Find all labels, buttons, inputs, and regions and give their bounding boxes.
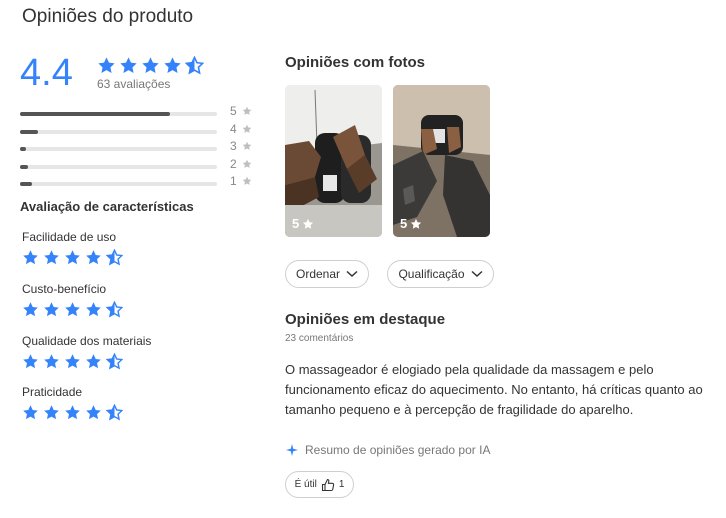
sort-dropdown-label: Ordenar [295, 267, 341, 281]
distribution-fill [20, 164, 28, 169]
star-icon [64, 404, 81, 421]
star-icon [141, 56, 160, 75]
distribution-stars-label: 2 [230, 156, 237, 171]
star-icon [410, 218, 422, 230]
star-icon [106, 404, 123, 421]
star-icon [85, 353, 102, 370]
chevron-down-icon [346, 270, 358, 278]
distribution-stars-label: 1 [230, 174, 237, 188]
ai-note-text: Resumo de opiniões gerado por IA [305, 443, 491, 457]
photos-title: Opiniões com fotos [285, 54, 426, 71]
star-icon [119, 56, 138, 75]
photo-rating-value: 5 [292, 216, 300, 231]
rating-filter-label: Qualificação [398, 267, 465, 281]
feature-item: Qualidade dos materiais [22, 334, 151, 370]
rating-filter-dropdown[interactable]: Qualificação [387, 260, 494, 288]
feature-stars [22, 353, 151, 370]
distribution-stars-label: 3 [230, 139, 237, 153]
distribution-bar [20, 112, 217, 116]
thumbs-up-icon [321, 478, 335, 491]
distribution-row-4[interactable]: 4 [20, 122, 260, 140]
star-icon [22, 301, 39, 318]
distribution-bar [20, 164, 217, 169]
star-icon [242, 106, 252, 116]
distribution-row-1[interactable]: 1 [20, 174, 260, 192]
useful-button[interactable]: É útil 1 [285, 471, 354, 498]
star-icon [97, 56, 116, 75]
photo-image [285, 85, 382, 237]
star-icon [106, 353, 123, 370]
feature-stars [22, 404, 123, 421]
star-icon [85, 249, 102, 266]
distribution-fill [20, 182, 32, 186]
star-icon [43, 301, 60, 318]
photo-rating: 5 [400, 216, 422, 231]
star-icon [22, 353, 39, 370]
star-icon [43, 404, 60, 421]
photo-rating: 5 [292, 216, 314, 231]
star-icon [242, 159, 252, 169]
feature-label: Praticidade [22, 385, 83, 399]
distribution-stars-label: 4 [230, 121, 237, 136]
page-title: Opiniões do produto [22, 6, 194, 27]
useful-count: 1 [338, 479, 345, 490]
star-icon [43, 249, 60, 266]
distribution-bar [20, 147, 217, 151]
ai-summary-text: O massageador é elogiado pela qualidade … [285, 362, 703, 417]
distribution-bar [20, 182, 217, 186]
chevron-down-icon [471, 270, 483, 278]
star-icon [85, 404, 102, 421]
sparkle-icon [286, 444, 298, 456]
star-icon [185, 56, 204, 75]
review-photo[interactable]: 5 [393, 85, 490, 237]
feature-item: Praticidade [22, 385, 123, 421]
star-icon [106, 249, 123, 266]
star-icon [242, 176, 252, 186]
photo-image [393, 85, 490, 237]
star-icon [302, 218, 314, 230]
star-icon [85, 301, 102, 318]
star-icon [64, 249, 81, 266]
features-title: Avaliação de características [20, 199, 194, 214]
photo-rating-value: 5 [400, 216, 408, 231]
useful-label: É útil [294, 479, 317, 490]
star-icon [106, 301, 123, 318]
distribution-fill [20, 147, 26, 151]
distribution-row-3[interactable]: 3 [20, 139, 260, 157]
star-icon [242, 141, 252, 151]
star-icon [163, 56, 182, 75]
feature-stars [22, 301, 123, 318]
distribution-fill [20, 129, 38, 134]
rating-count: 63 avaliações [97, 77, 171, 91]
rating-distribution: 5 4 3 2 1 [20, 104, 260, 192]
star-icon [64, 301, 81, 318]
star-icon [64, 353, 81, 370]
review-photo[interactable]: 5 [285, 85, 382, 237]
feature-label: Facilidade de uso [22, 230, 117, 244]
distribution-row-2[interactable]: 2 [20, 157, 260, 175]
comments-count: 23 comentários [285, 333, 354, 344]
ai-note: Resumo de opiniões gerado por IA [285, 443, 490, 457]
star-icon [22, 249, 39, 266]
highlights-title: Opiniões em destaque [285, 311, 446, 328]
distribution-stars-label: 5 [230, 104, 237, 118]
feature-item: Facilidade de uso [22, 230, 123, 266]
average-rating: 4.4 [20, 52, 73, 94]
star-icon [242, 124, 252, 134]
feature-item: Custo-benefício [22, 282, 123, 318]
feature-stars [22, 249, 123, 266]
distribution-fill [20, 112, 170, 116]
sort-dropdown[interactable]: Ordenar [285, 260, 369, 288]
star-icon [22, 404, 39, 421]
feature-label: Qualidade dos materiais [22, 334, 152, 348]
distribution-row-5[interactable]: 5 [20, 104, 260, 122]
average-stars [97, 56, 204, 75]
feature-label: Custo-benefício [22, 282, 107, 296]
star-icon [43, 353, 60, 370]
distribution-bar [20, 129, 217, 134]
